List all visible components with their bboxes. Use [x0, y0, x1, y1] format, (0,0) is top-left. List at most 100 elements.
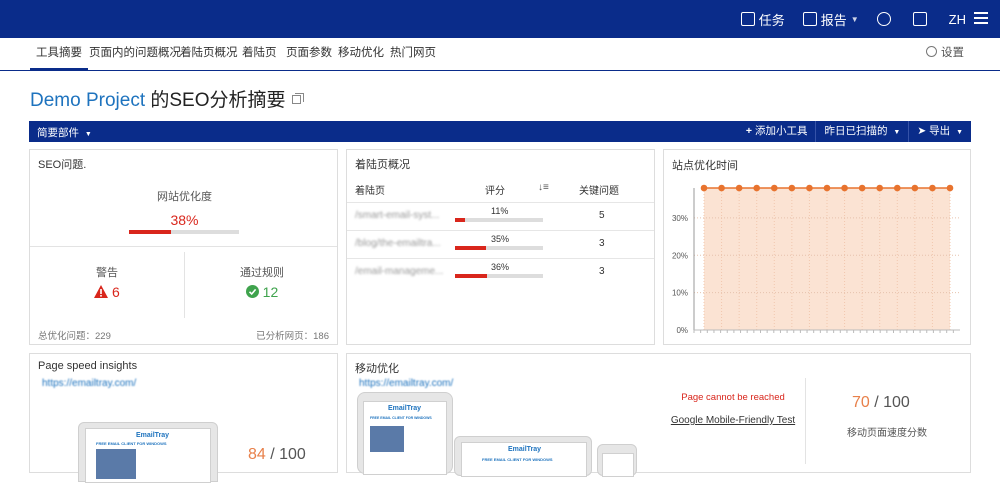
- user-button[interactable]: [876, 12, 895, 26]
- sort-icon[interactable]: ↓≡: [538, 182, 549, 193]
- site-health-value: 38%: [170, 212, 199, 228]
- chart-point: [946, 184, 954, 192]
- row-divider: [347, 258, 654, 259]
- divider: [805, 378, 806, 464]
- speed-url[interactable]: https://emailtray.com/: [42, 378, 136, 389]
- emailtray-logo: EmailTray: [136, 432, 170, 439]
- export-label: 导出: [929, 125, 951, 137]
- landing-key-issues: 3: [599, 266, 605, 277]
- report-icon: [802, 12, 817, 26]
- phone-preview: [597, 444, 637, 477]
- warning-icon: [94, 285, 109, 298]
- tab-onpage-issues[interactable]: 页面内的问题概况: [89, 38, 181, 70]
- chart-point: [700, 184, 708, 192]
- mobile-panel-title: 移动优化: [355, 363, 399, 375]
- phone-screen: [602, 453, 634, 477]
- send-icon: ➤: [917, 125, 927, 137]
- screenshot-thumbnail: [370, 426, 404, 452]
- landing-score-bar-fill: [455, 246, 486, 250]
- divider: [30, 246, 337, 247]
- warnings-count[interactable]: 6: [30, 284, 184, 300]
- speed-score: 84 / 100: [248, 446, 306, 464]
- report-label: 报告: [820, 12, 847, 28]
- chart-point: [806, 184, 813, 192]
- check-circle-icon: [245, 285, 259, 298]
- row-divider: [347, 202, 654, 203]
- language-switch[interactable]: ZH: [949, 12, 966, 27]
- mobile-score-label: 移动页面速度分数: [847, 428, 927, 439]
- chart-y-tick-label: 0%: [676, 326, 688, 335]
- site-health-bar: [129, 230, 239, 234]
- mobile-url[interactable]: https://emailtray.com/: [359, 378, 453, 389]
- unreachable-message: Page cannot be reached: [681, 392, 785, 403]
- landing-page-url[interactable]: /smart-email-syst...: [355, 210, 439, 221]
- chevron-down-icon: ▼: [850, 14, 859, 24]
- chart-y-tick-label: 10%: [672, 289, 688, 298]
- laptop-preview: EmailTray FREE EMAIL CLIENT FOR WINDOWS: [78, 422, 218, 483]
- top-nav: 任务 报告 ▼ ZH: [723, 0, 966, 38]
- tab-landing-overview[interactable]: 着陆页概况: [180, 38, 238, 70]
- chart-point: [753, 184, 761, 192]
- col-key-issues: 关键问题: [579, 186, 619, 197]
- passed-rules-value: 12: [262, 284, 279, 300]
- landing-score-bar: [455, 246, 543, 250]
- chart-point: [858, 184, 866, 192]
- plus-icon: +: [745, 125, 752, 137]
- tab-page-params[interactable]: 页面参数: [286, 38, 332, 70]
- gear-icon: [926, 46, 937, 57]
- user-icon: [876, 12, 891, 26]
- landing-panel-title: 着陆页概况: [355, 159, 410, 171]
- chart-point: [876, 184, 884, 192]
- mobile-score: 70 / 100: [852, 394, 910, 412]
- speed-panel-title: Page speed insights: [38, 360, 138, 372]
- landing-page-url[interactable]: /blog/the-emailtra...: [355, 238, 441, 249]
- add-widget-button[interactable]: + 添加小工具: [738, 121, 816, 142]
- menu-icon[interactable]: [974, 12, 988, 24]
- screenshot-thumbnail: [96, 449, 136, 479]
- summary-dropdown[interactable]: 简要部件 ▼: [37, 125, 92, 140]
- project-name[interactable]: Demo Project: [30, 90, 145, 111]
- landing-score-bar-fill: [455, 274, 487, 278]
- mobile-friendly-test-link[interactable]: Google Mobile-Friendly Test: [663, 415, 803, 426]
- site-health-bar-fill: [129, 230, 171, 234]
- site-time-panel: 站点优化时间 0% 10% 20% 30%: [663, 149, 971, 345]
- emailtray-logo: EmailTray: [508, 446, 542, 453]
- summary-label: 简要部件: [37, 127, 79, 139]
- chart-point: [893, 184, 901, 192]
- tab-landing-pages[interactable]: 着陆页: [242, 38, 277, 70]
- language-label: ZH: [948, 11, 966, 27]
- chart-point: [788, 184, 796, 192]
- row-divider: [347, 230, 654, 231]
- landing-score-bar: [455, 274, 543, 278]
- landing-score: 11%: [491, 206, 509, 216]
- export-button[interactable]: ➤ 导出 ▼: [908, 121, 971, 142]
- tablet-preview: EmailTray FREE EMAIL CLIENT FOR WINDOWS: [357, 392, 453, 475]
- seo-panel-title: SEO问题.: [38, 159, 87, 171]
- settings-link[interactable]: 设置: [926, 38, 964, 70]
- tasks-link[interactable]: 任务: [740, 10, 785, 29]
- chart-point: [929, 184, 936, 192]
- emailtray-logo: EmailTray: [388, 405, 422, 412]
- tab-top-pages[interactable]: 热门网页: [390, 38, 436, 70]
- tab-mobile[interactable]: 移动优化: [338, 38, 384, 70]
- page-speed-panel: Page speed insights https://emailtray.co…: [29, 353, 338, 483]
- passed-rules-count[interactable]: 12: [185, 284, 339, 300]
- tab-tool-summary[interactable]: 工具摘要: [30, 38, 88, 70]
- landing-page-url[interactable]: /email-manageme...: [355, 266, 443, 277]
- scan-period-dropdown[interactable]: 昨日已扫描的 ▼: [815, 121, 908, 142]
- scan-period-label: 昨日已扫描的: [824, 125, 888, 137]
- laptop-screen: EmailTray FREE EMAIL CLIENT FOR WINDOWS: [85, 428, 211, 483]
- warnings-value: 6: [112, 284, 120, 300]
- settings-label: 设置: [941, 47, 964, 59]
- chevron-down-icon: ▼: [84, 131, 92, 138]
- report-menu[interactable]: 报告 ▼: [802, 10, 859, 29]
- seo-issues-panel: SEO问题. 网站优化度 38% 警告 6 通过规则 12 总优化问题：229 …: [29, 149, 338, 345]
- tasks-icon: [740, 12, 755, 26]
- help-button[interactable]: [912, 12, 931, 26]
- chevron-down-icon: ▼: [893, 129, 901, 136]
- site-time-chart: 0% 10% 20% 30%: [672, 184, 960, 335]
- chart-y-tick-label: 30%: [672, 214, 688, 223]
- landing-key-issues: 3: [599, 238, 605, 249]
- copy-icon[interactable]: [291, 93, 304, 104]
- screen-heading: FREE EMAIL CLIENT FOR WINDOWS: [482, 457, 553, 462]
